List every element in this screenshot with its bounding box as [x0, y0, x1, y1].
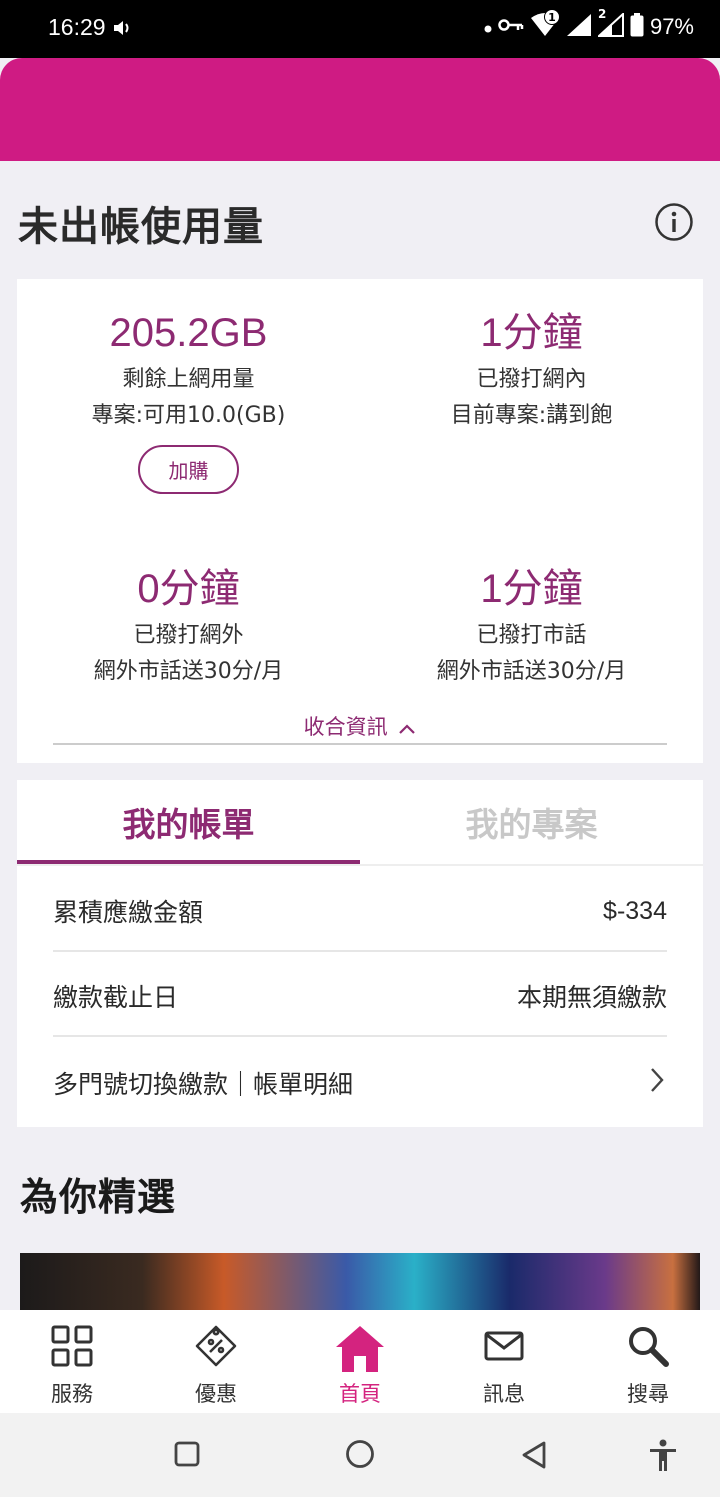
battery-icon: [630, 13, 644, 41]
header-banner: [0, 58, 720, 161]
chevron-up-icon: [398, 716, 416, 740]
nav-label: 首頁: [339, 1382, 381, 1406]
usage-data-cell: 205.2GB 剩餘上網用量 專案:可用10.0(GB): [17, 309, 360, 431]
amount-due-label: 累積應繳金額: [53, 898, 204, 927]
grid-icon: [50, 1324, 94, 1372]
sim2-badge: 2: [597, 7, 607, 21]
bill-details-link[interactable]: 多門號切換繳款｜帳單明細: [53, 1040, 667, 1126]
billing-card: 我的帳單 我的專案 累積應繳金額 $-334 繳款截止日 本期無須繳款 多門號切…: [17, 780, 703, 1127]
usage-detail: 目前專案:講到飽: [450, 403, 613, 428]
battery-percent: 97%: [649, 14, 694, 39]
due-date-value: 本期無須繳款: [516, 983, 667, 1012]
signal-sim1-icon: [566, 13, 592, 41]
coupon-icon: [194, 1324, 238, 1372]
home-icon: [334, 1324, 386, 1378]
addon-button[interactable]: 加購: [138, 445, 239, 494]
wifi-icon: 1: [530, 9, 560, 42]
system-nav-bar: [0, 1413, 720, 1497]
due-date-row: 繳款截止日 本期無須繳款: [53, 953, 667, 1039]
info-icon[interactable]: [654, 202, 694, 242]
usage-detail: 專案:可用10.0(GB): [91, 403, 286, 428]
volume-icon: [112, 18, 132, 42]
signal-sim2-icon: 2: [596, 7, 624, 41]
status-time: 16:29: [48, 14, 106, 40]
nav-offers[interactable]: 優惠: [144, 1310, 288, 1413]
tab-my-bill[interactable]: 我的帳單: [17, 780, 360, 864]
usage-card: 205.2GB 剩餘上網用量 專案:可用10.0(GB) 加購 1分鐘 已撥打網…: [17, 279, 703, 763]
amount-due-value: $-334: [603, 896, 667, 925]
divider: [53, 1035, 667, 1037]
amount-due-row: 累積應繳金額 $-334: [53, 868, 667, 954]
promo-banner-image[interactable]: [20, 1253, 700, 1313]
usage-detail: 網外市話送30分/月: [93, 659, 284, 684]
tab-my-plan[interactable]: 我的專案: [360, 780, 703, 864]
recents-icon[interactable]: [174, 1441, 200, 1471]
tab-active-indicator: [17, 860, 360, 864]
nav-label: 訊息: [483, 1382, 525, 1406]
sim1-badge: 1: [543, 9, 560, 25]
usage-label: 剩餘上網用量: [122, 367, 255, 392]
usage-title: 未出帳使用量: [18, 204, 264, 250]
nav-messages[interactable]: 訊息: [432, 1310, 576, 1413]
accessibility-icon[interactable]: [648, 1439, 678, 1477]
usage-detail: 網外市話送30分/月: [436, 659, 627, 684]
usage-value: 1分鐘: [480, 567, 583, 611]
collapse-info-button[interactable]: 收合資訊: [17, 711, 703, 741]
status-icons: 1 2 97%: [484, 7, 694, 42]
usage-label: 已撥打網內: [476, 367, 587, 392]
nav-search[interactable]: 搜尋: [576, 1310, 720, 1413]
collapse-label: 收合資訊: [303, 715, 388, 739]
back-triangle-icon[interactable]: [520, 1440, 548, 1474]
usage-offnet-cell: 0分鐘 已撥打網外 網外市話送30分/月: [17, 565, 360, 687]
vpn-key-icon: [498, 17, 524, 37]
divider: [53, 743, 667, 745]
chevron-right-icon: [647, 1066, 667, 1100]
search-icon: [626, 1324, 670, 1372]
home-circle-icon[interactable]: [345, 1439, 375, 1473]
mail-icon: [484, 1330, 524, 1366]
usage-onnet-cell: 1分鐘 已撥打網內 目前專案:講到飽: [360, 309, 703, 431]
picks-title: 為你精選: [20, 1175, 177, 1219]
usage-value: 0分鐘: [137, 567, 240, 611]
dot-icon: [484, 18, 492, 37]
usage-value: 1分鐘: [480, 311, 583, 355]
usage-label: 已撥打市話: [476, 623, 587, 648]
bill-details-label: 多門號切換繳款｜帳單明細: [53, 1070, 354, 1099]
divider: [53, 950, 667, 952]
nav-services[interactable]: 服務: [0, 1310, 144, 1413]
bottom-nav: 服務 優惠 首頁 訊息 搜尋: [0, 1310, 720, 1413]
usage-value: 205.2GB: [109, 311, 268, 355]
usage-label: 已撥打網外: [133, 623, 244, 648]
nav-label: 搜尋: [627, 1382, 669, 1406]
nav-label: 服務: [51, 1382, 93, 1406]
nav-label: 優惠: [195, 1382, 237, 1406]
due-date-label: 繳款截止日: [53, 983, 179, 1012]
tab-divider: [17, 864, 703, 866]
usage-landline-cell: 1分鐘 已撥打市話 網外市話送30分/月: [360, 565, 703, 687]
status-bar: 16:29 1 2 97%: [0, 0, 720, 58]
nav-home[interactable]: 首頁: [288, 1310, 432, 1413]
